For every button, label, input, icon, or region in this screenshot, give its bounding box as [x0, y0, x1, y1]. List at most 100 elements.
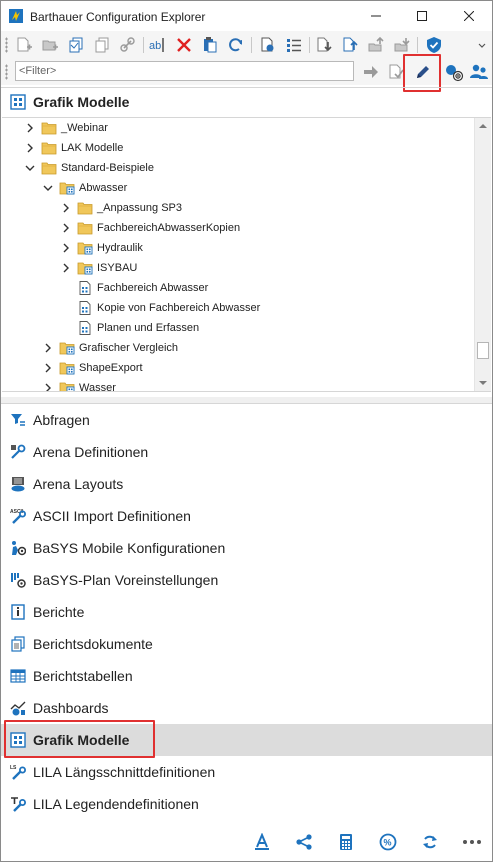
tree-item[interactable]: Fachbereich Abwasser	[60, 278, 208, 298]
more-button[interactable]	[460, 830, 484, 854]
new-folder-button[interactable]	[39, 34, 61, 56]
tree-item[interactable]: Kopie von Fachbereich Abwasser	[60, 298, 260, 318]
nav-item-label: LILA Längsschnittdefinitionen	[33, 764, 216, 780]
tree-item[interactable]: _Anpassung SP3	[60, 198, 182, 218]
shield-icon	[427, 37, 441, 53]
import-button[interactable]	[313, 34, 335, 56]
calculator-button[interactable]	[334, 830, 358, 854]
nav-item[interactable]: ASCII ASCII Import Definitionen	[1, 500, 492, 532]
tree-item[interactable]: Wasser	[42, 378, 116, 391]
maximize-button[interactable]	[399, 1, 445, 31]
chevron-right-icon[interactable]	[42, 362, 54, 374]
nav-item[interactable]: Berichte	[1, 596, 492, 628]
refresh-button[interactable]	[225, 34, 247, 56]
arena-layout-icon	[10, 476, 26, 492]
nav-item[interactable]: Berichtsdokumente	[1, 628, 492, 660]
nav-item-label: Arena Definitionen	[33, 444, 149, 460]
properties-button[interactable]	[257, 34, 279, 56]
model-folder-icon	[59, 381, 75, 391]
list-button[interactable]	[283, 34, 305, 56]
nav-item[interactable]: BaSYS Mobile Konfigurationen	[1, 532, 492, 564]
nav-item[interactable]: Arena Definitionen	[1, 436, 492, 468]
nav-item[interactable]: Arena Layouts	[1, 468, 492, 500]
apply-filter-button[interactable]	[359, 60, 383, 84]
tree-item[interactable]: Planen und Erfassen	[60, 318, 199, 338]
tree-item[interactable]: Hydraulik	[60, 238, 143, 258]
link-button[interactable]	[117, 34, 139, 56]
mobile-config-icon	[10, 540, 27, 556]
toolbar-overflow-button[interactable]	[475, 34, 489, 56]
chevron-right-icon[interactable]	[60, 262, 72, 274]
copy-button[interactable]	[65, 34, 87, 56]
tree-item[interactable]: _Webinar	[24, 118, 108, 138]
link-icon	[120, 37, 135, 52]
nav-item[interactable]: Abfragen	[1, 404, 492, 436]
shield-button[interactable]	[423, 34, 445, 56]
tree-item[interactable]: LAK Modelle	[24, 138, 123, 158]
tree-item[interactable]: Grafischer Vergleich	[42, 338, 178, 358]
svg-text:ab: ab	[149, 40, 161, 52]
users-button[interactable]	[467, 60, 491, 84]
chevron-right-icon[interactable]	[24, 122, 36, 134]
close-button[interactable]	[446, 1, 492, 31]
move-down-button[interactable]	[391, 34, 413, 56]
svg-text:LS: LS	[10, 765, 17, 771]
percent-button[interactable]: %	[376, 830, 400, 854]
global-settings-button[interactable]	[442, 60, 466, 84]
scroll-up-button[interactable]	[475, 118, 491, 134]
nav-item-label: ASCII Import Definitionen	[33, 508, 191, 524]
text-style-button[interactable]	[250, 830, 274, 854]
tree-item[interactable]: ShapeExport	[42, 358, 143, 378]
chevron-down-icon	[479, 381, 487, 385]
sync-button[interactable]	[418, 830, 442, 854]
nav-item[interactable]: BaSYS-Plan Voreinstellungen	[1, 564, 492, 596]
chevron-right-icon[interactable]	[60, 222, 72, 234]
paste-button[interactable]	[199, 34, 221, 56]
title-bar: Barthauer Configuration Explorer	[1, 1, 492, 31]
tree-item[interactable]: Standard-Beispiele	[24, 158, 154, 178]
chevron-right-icon[interactable]	[24, 142, 36, 154]
model-folder-icon	[59, 181, 75, 195]
copy-move-icon	[95, 37, 109, 53]
filter-input[interactable]	[15, 61, 354, 81]
delete-button[interactable]	[173, 34, 195, 56]
window-title: Barthauer Configuration Explorer	[30, 10, 206, 24]
chevron-down-icon[interactable]	[42, 182, 54, 194]
export-button[interactable]	[339, 34, 361, 56]
tree-item[interactable]: Abwasser	[42, 178, 127, 198]
share-button[interactable]	[292, 830, 316, 854]
section-title: Grafik Modelle	[33, 94, 130, 110]
tree-item-label: _Anpassung SP3	[97, 202, 183, 214]
tree-item[interactable]: FachbereichAbwasserKopien	[60, 218, 240, 238]
import-icon	[317, 37, 332, 52]
rename-button[interactable]: ab	[147, 34, 169, 56]
move-up-button[interactable]	[365, 34, 387, 56]
folder-icon	[41, 161, 57, 175]
tree-item-label: _Webinar	[61, 122, 108, 134]
toolbar-grip[interactable]	[5, 37, 8, 53]
tree-scrollbar[interactable]	[474, 118, 491, 391]
nav-item[interactable]: LS LILA Längsschnittdefinitionen	[1, 756, 492, 788]
scroll-down-button[interactable]	[475, 375, 491, 391]
tree-item-label: Fachbereich Abwasser	[97, 282, 209, 294]
filter-bar-grip[interactable]	[5, 64, 8, 80]
tree-item-label: Hydraulik	[97, 242, 143, 254]
chevron-right-icon[interactable]	[42, 342, 54, 354]
chevron-right-icon[interactable]	[60, 202, 72, 214]
dashboard-icon	[10, 700, 26, 716]
longitudinal-section-icon: LS	[10, 764, 26, 780]
copy-move-button[interactable]	[91, 34, 113, 56]
chevron-down-icon[interactable]	[24, 162, 36, 174]
scroll-thumb[interactable]	[477, 342, 489, 359]
tree-item[interactable]: ISYBAU	[60, 258, 137, 278]
share-icon	[296, 834, 312, 850]
minimize-button[interactable]	[353, 1, 399, 31]
chevron-right-icon[interactable]	[60, 242, 72, 254]
nav-item[interactable]: Berichtstabellen	[1, 660, 492, 692]
nav-item[interactable]: LILA Legendendefinitionen	[1, 788, 492, 820]
chevron-right-icon[interactable]	[42, 382, 54, 391]
chevron-up-icon	[479, 124, 487, 128]
tree-item-label: Kopie von Fachbereich Abwasser	[97, 302, 261, 314]
new-item-button[interactable]	[13, 34, 35, 56]
app-window: Barthauer Configuration Explorer ab <Fil…	[0, 0, 493, 862]
